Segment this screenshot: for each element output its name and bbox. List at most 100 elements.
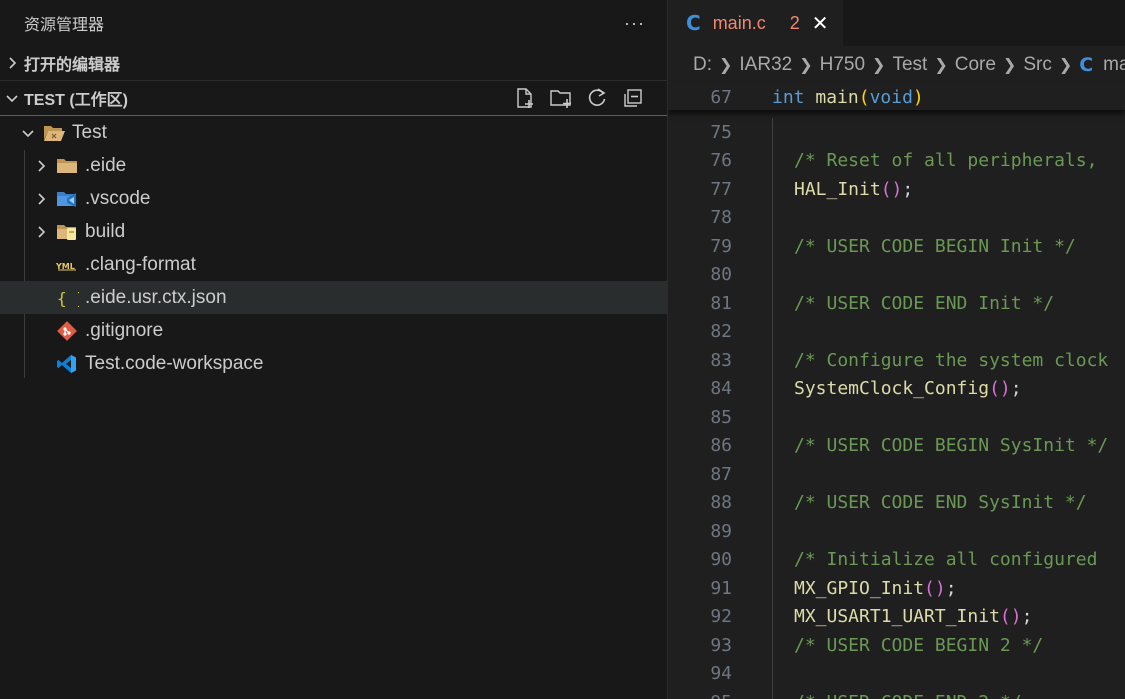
code-line: 76 /* Reset of all peripherals, bbox=[668, 147, 1125, 176]
code-line: 83 /* Configure the system clock bbox=[668, 346, 1125, 375]
line-number: 85 bbox=[710, 406, 732, 428]
open-editors-section[interactable]: 打开的编辑器 bbox=[0, 46, 667, 81]
chevron-right-icon: ❯ bbox=[799, 57, 813, 74]
comment: /* USER CODE END SysInit */ bbox=[794, 492, 1087, 514]
breadcrumb-item[interactable]: D: bbox=[693, 54, 712, 76]
open-editors-label: 打开的编辑器 bbox=[24, 57, 121, 74]
breadcrumb-item[interactable]: H750 bbox=[820, 54, 865, 76]
chevron-right-icon: ❯ bbox=[934, 57, 948, 74]
line-content: /* USER CODE END 2 */ bbox=[794, 692, 1022, 699]
svg-text:{ }: { } bbox=[57, 289, 79, 308]
code-line: 86 /* USER CODE BEGIN SysInit */ bbox=[668, 432, 1125, 461]
tree-item-label: .clang-format bbox=[85, 253, 196, 275]
indent-guide bbox=[772, 118, 773, 699]
line-number: 93 bbox=[710, 634, 732, 656]
line-number: 87 bbox=[710, 463, 732, 485]
code-line: 80 bbox=[668, 261, 1125, 290]
vscode-folder-icon bbox=[53, 188, 81, 210]
workspace-section[interactable]: TEST (工作区) bbox=[0, 81, 667, 115]
token: ; bbox=[945, 577, 957, 599]
tree-item-code-workspace[interactable]: Test.code-workspace bbox=[0, 347, 667, 380]
git-file-icon bbox=[53, 320, 81, 342]
tree-item-eide-usr-ctx-json[interactable]: { } .eide.usr.ctx.json bbox=[0, 281, 667, 314]
token: ; bbox=[1010, 378, 1022, 400]
comment: /* USER CODE END 2 */ bbox=[794, 692, 1022, 699]
open-folder-icon bbox=[40, 122, 68, 144]
line-number: 92 bbox=[710, 606, 732, 628]
tab-label: main.c bbox=[712, 12, 766, 33]
line-number: 89 bbox=[710, 520, 732, 542]
token: ; bbox=[902, 178, 914, 200]
breadcrumb-item[interactable]: Core bbox=[955, 54, 996, 76]
refresh-icon[interactable] bbox=[585, 86, 609, 110]
chevron-down-icon bbox=[16, 126, 40, 140]
line-number: 76 bbox=[710, 150, 732, 172]
line-content: /* USER CODE BEGIN 2 */ bbox=[794, 635, 1043, 656]
close-icon[interactable]: ✕ bbox=[812, 11, 829, 36]
tree-item-label: build bbox=[85, 220, 126, 242]
comment: /* Configure the system clock bbox=[794, 349, 1109, 371]
explorer-header: 资源管理器 ··· bbox=[0, 0, 667, 46]
tree-item-build[interactable]: build bbox=[0, 215, 667, 248]
code-line: 78 bbox=[668, 204, 1125, 233]
new-folder-icon[interactable] bbox=[549, 86, 573, 110]
line-content: /* USER CODE BEGIN SysInit */ bbox=[794, 435, 1108, 456]
c-file-icon: C bbox=[686, 11, 701, 35]
code-line: 77 HAL_Init(); bbox=[668, 175, 1125, 204]
tree-item-label: .vscode bbox=[85, 187, 151, 209]
tree-root-test[interactable]: Test bbox=[0, 116, 667, 149]
chevron-right-icon bbox=[29, 225, 53, 239]
breadcrumb-item[interactable]: main bbox=[1103, 54, 1125, 76]
line-number: 78 bbox=[710, 207, 732, 229]
tree-item-gitignore[interactable]: .gitignore bbox=[0, 314, 667, 347]
line-number: 88 bbox=[710, 492, 732, 514]
comment: /* Initialize all configured bbox=[794, 549, 1109, 571]
line-number: 84 bbox=[710, 378, 732, 400]
paren: ) bbox=[912, 86, 924, 108]
line-content: /* Initialize all configured bbox=[794, 549, 1108, 570]
line-content: /* USER CODE BEGIN Init */ bbox=[794, 236, 1076, 257]
more-actions-icon[interactable]: ··· bbox=[624, 13, 645, 34]
breadcrumb-item[interactable]: IAR32 bbox=[739, 54, 792, 76]
line-number: 90 bbox=[710, 549, 732, 571]
explorer-panel: 资源管理器 ··· 打开的编辑器 TEST (工作区) Test .eide .… bbox=[0, 0, 668, 699]
code-body[interactable]: 75 76 /* Reset of all peripherals, 77 HAL_I… bbox=[668, 118, 1125, 699]
code-line: 75 bbox=[668, 118, 1125, 147]
breadcrumb-item[interactable]: Test bbox=[892, 54, 927, 76]
tree-item-label: .eide bbox=[85, 154, 127, 176]
code-line: 95 /* USER CODE END 2 */ bbox=[668, 688, 1125, 699]
token: () bbox=[999, 606, 1022, 628]
tree-item-vscode[interactable]: .vscode bbox=[0, 182, 667, 215]
comment: /* USER CODE BEGIN 2 */ bbox=[794, 634, 1044, 656]
chevron-right-icon bbox=[29, 159, 53, 173]
tree-item-label: .gitignore bbox=[85, 319, 164, 341]
line-content: /* USER CODE END SysInit */ bbox=[794, 492, 1087, 513]
problems-count-badge: 2 bbox=[789, 12, 800, 33]
code-line: 85 bbox=[668, 403, 1125, 432]
build-folder-icon bbox=[53, 221, 81, 243]
line-content: /* Reset of all peripherals, bbox=[794, 150, 1108, 171]
c-file-icon: C bbox=[1079, 54, 1094, 76]
token: () bbox=[924, 577, 946, 599]
folder-icon bbox=[53, 155, 81, 177]
new-file-icon[interactable] bbox=[513, 86, 537, 110]
line-number: 86 bbox=[710, 435, 732, 457]
line-number: 67 bbox=[710, 86, 732, 108]
tree-item-clang-format[interactable]: YML .clang-format bbox=[0, 248, 667, 281]
sticky-scroll-header[interactable]: 67 int main(void) bbox=[668, 84, 1125, 110]
code-line: 90 /* Initialize all configured bbox=[668, 546, 1125, 575]
tab-main-c[interactable]: C main.c 2 ✕ bbox=[668, 0, 843, 46]
code-line: 67 int main(void) bbox=[668, 84, 1125, 110]
json-file-icon: { } bbox=[53, 287, 81, 309]
breadcrumb-item[interactable]: Src bbox=[1023, 54, 1052, 76]
collapse-all-icon[interactable] bbox=[621, 86, 645, 110]
line-content: HAL_Init(); bbox=[794, 179, 913, 200]
line-content: SystemClock_Config(); bbox=[794, 378, 1022, 399]
tree-item-label: Test bbox=[72, 121, 107, 143]
line-number: 80 bbox=[710, 264, 732, 286]
line-number: 91 bbox=[710, 577, 732, 599]
token: () bbox=[880, 178, 903, 200]
code-line: 92 MX_USART1_UART_Init(); bbox=[668, 603, 1125, 632]
paren: ( bbox=[858, 86, 870, 108]
tree-item-eide[interactable]: .eide bbox=[0, 149, 667, 182]
